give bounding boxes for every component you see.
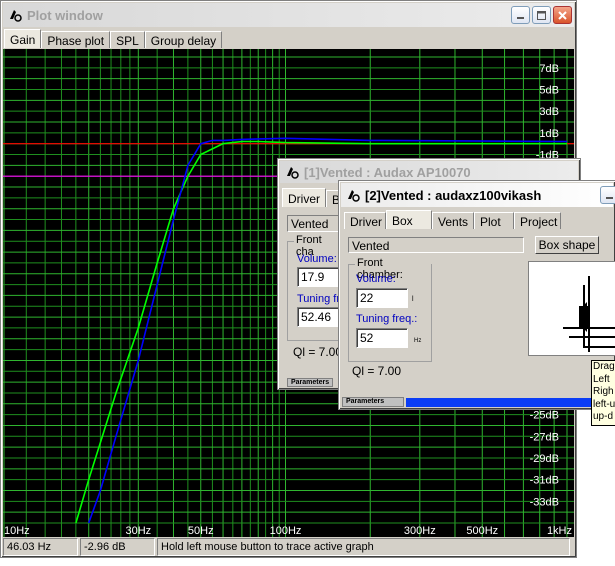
plot-window-title: Plot window bbox=[27, 7, 103, 23]
close-button[interactable] bbox=[553, 6, 572, 24]
plot-window-titlebar[interactable]: Plot window bbox=[3, 3, 574, 27]
y-tick-label: -25dB bbox=[530, 410, 559, 422]
vented-2-type: Vented bbox=[348, 237, 524, 253]
plot-tabs: Gain Phase plot SPL Group delay bbox=[4, 29, 223, 48]
tooltip-line: Drag bbox=[593, 361, 615, 372]
status-frequency: 46.03 Hz bbox=[3, 538, 78, 556]
tooltip-line: Left bbox=[593, 373, 610, 385]
y-tick-label: -27dB bbox=[530, 431, 559, 443]
vented-2-tabs: Driver Box Vents Plot Project bbox=[344, 210, 561, 229]
tab-gain[interactable]: Gain bbox=[4, 29, 42, 48]
app-icon bbox=[10, 10, 22, 22]
vented-2-parameters-tab[interactable]: Parameters bbox=[342, 397, 404, 407]
tooltip-line: Righ bbox=[593, 386, 614, 397]
vented-2-progress-bar bbox=[406, 398, 594, 407]
box-shape-button[interactable]: Box shape bbox=[535, 236, 599, 254]
vented-2-volume-input[interactable]: 22 bbox=[356, 288, 408, 308]
x-tick-label: 500Hz bbox=[466, 525, 498, 537]
vented-1-tuning-label: Tuning fr bbox=[297, 293, 341, 305]
y-tick-label: -33dB bbox=[530, 496, 559, 508]
speaker-box-icon bbox=[563, 276, 615, 352]
tab-group-delay[interactable]: Group delay bbox=[144, 31, 223, 48]
status-gain: -2.96 dB bbox=[80, 538, 155, 556]
app-icon bbox=[348, 190, 360, 202]
status-hint: Hold left mouse button to trace active g… bbox=[157, 538, 570, 556]
vented-2-tab-box[interactable]: Box bbox=[386, 210, 432, 229]
status-bar: 46.03 Hz -2.96 dB Hold left mouse button… bbox=[3, 538, 574, 556]
x-tick-label: 100Hz bbox=[270, 525, 302, 537]
vented-2-ql: Ql = 7.00 bbox=[352, 364, 402, 378]
vented-1-ql: Ql = 7.00 bbox=[293, 345, 343, 359]
y-tick-label: 3dB bbox=[539, 106, 559, 118]
tooltip-line: left-u bbox=[593, 398, 615, 410]
maximize-button[interactable] bbox=[532, 6, 551, 24]
tab-spl[interactable]: SPL bbox=[110, 31, 145, 48]
vented-2-tuning-input[interactable]: 52 bbox=[356, 328, 408, 348]
y-tick-label: 1dB bbox=[539, 128, 559, 140]
box-preview bbox=[528, 261, 615, 356]
x-tick-label: 300Hz bbox=[404, 525, 436, 537]
app-icon bbox=[287, 167, 299, 179]
y-tick-label: 5dB bbox=[539, 85, 559, 97]
minimize-icon bbox=[606, 196, 613, 199]
vented-1-volume-input[interactable]: 17.9 bbox=[297, 267, 341, 287]
vented-1-title: [1]Vented : Audax AP10070 bbox=[304, 164, 471, 180]
tooltip: Drag Left Righ left-u up-d bbox=[591, 360, 615, 426]
vented-1-tab-driver[interactable]: Driver bbox=[282, 188, 326, 207]
vented-2-tuning-label: Tuning freq.: bbox=[356, 313, 418, 325]
vented-2-tab-plot[interactable]: Plot bbox=[474, 212, 514, 229]
vented-2-volume-unit: l bbox=[412, 296, 414, 303]
vented-2-minimize-button[interactable] bbox=[600, 186, 615, 204]
minimize-button[interactable] bbox=[511, 6, 530, 24]
y-tick-label: -29dB bbox=[530, 453, 559, 465]
x-tick-label: 30Hz bbox=[125, 525, 151, 537]
tab-phase-plot[interactable]: Phase plot bbox=[41, 31, 111, 48]
tooltip-line: up-d bbox=[593, 411, 614, 422]
vented-2-tab-vents[interactable]: Vents bbox=[432, 212, 474, 229]
vented-2-tab-project[interactable]: Project bbox=[514, 212, 561, 229]
vented-2-bottom-bar: Parameters bbox=[342, 396, 615, 408]
vented-2-title: [2]Vented : audaxz100vikash bbox=[365, 187, 542, 203]
x-tick-label: 1kHz bbox=[547, 525, 572, 537]
vented-1-parameters-tab[interactable]: Parameters bbox=[287, 378, 334, 387]
vented-2-volume-label: Volume: bbox=[356, 273, 396, 285]
minimize-icon bbox=[517, 16, 524, 19]
vented-2-tuning-unit: Hz bbox=[414, 338, 422, 344]
x-tick-label: 10Hz bbox=[4, 525, 30, 537]
vented-1-volume-label: Volume: bbox=[297, 253, 337, 265]
vented-window-2: [2]Vented : audaxz100vikash Driver Box V… bbox=[338, 180, 615, 410]
maximize-icon bbox=[537, 10, 546, 20]
y-tick-label: 7dB bbox=[539, 63, 559, 75]
x-tick-label: 50Hz bbox=[188, 525, 214, 537]
vented-2-tab-driver[interactable]: Driver bbox=[344, 212, 386, 229]
vented-1-tuning-input[interactable]: 52.46 bbox=[297, 307, 341, 327]
vented-2-titlebar[interactable]: [2]Vented : audaxz100vikash bbox=[341, 183, 615, 207]
close-icon bbox=[558, 10, 567, 20]
vented-1-tabs: Driver B bbox=[282, 188, 347, 207]
vented-1-type: Vented bbox=[287, 215, 339, 232]
y-tick-label: -31dB bbox=[530, 475, 559, 487]
